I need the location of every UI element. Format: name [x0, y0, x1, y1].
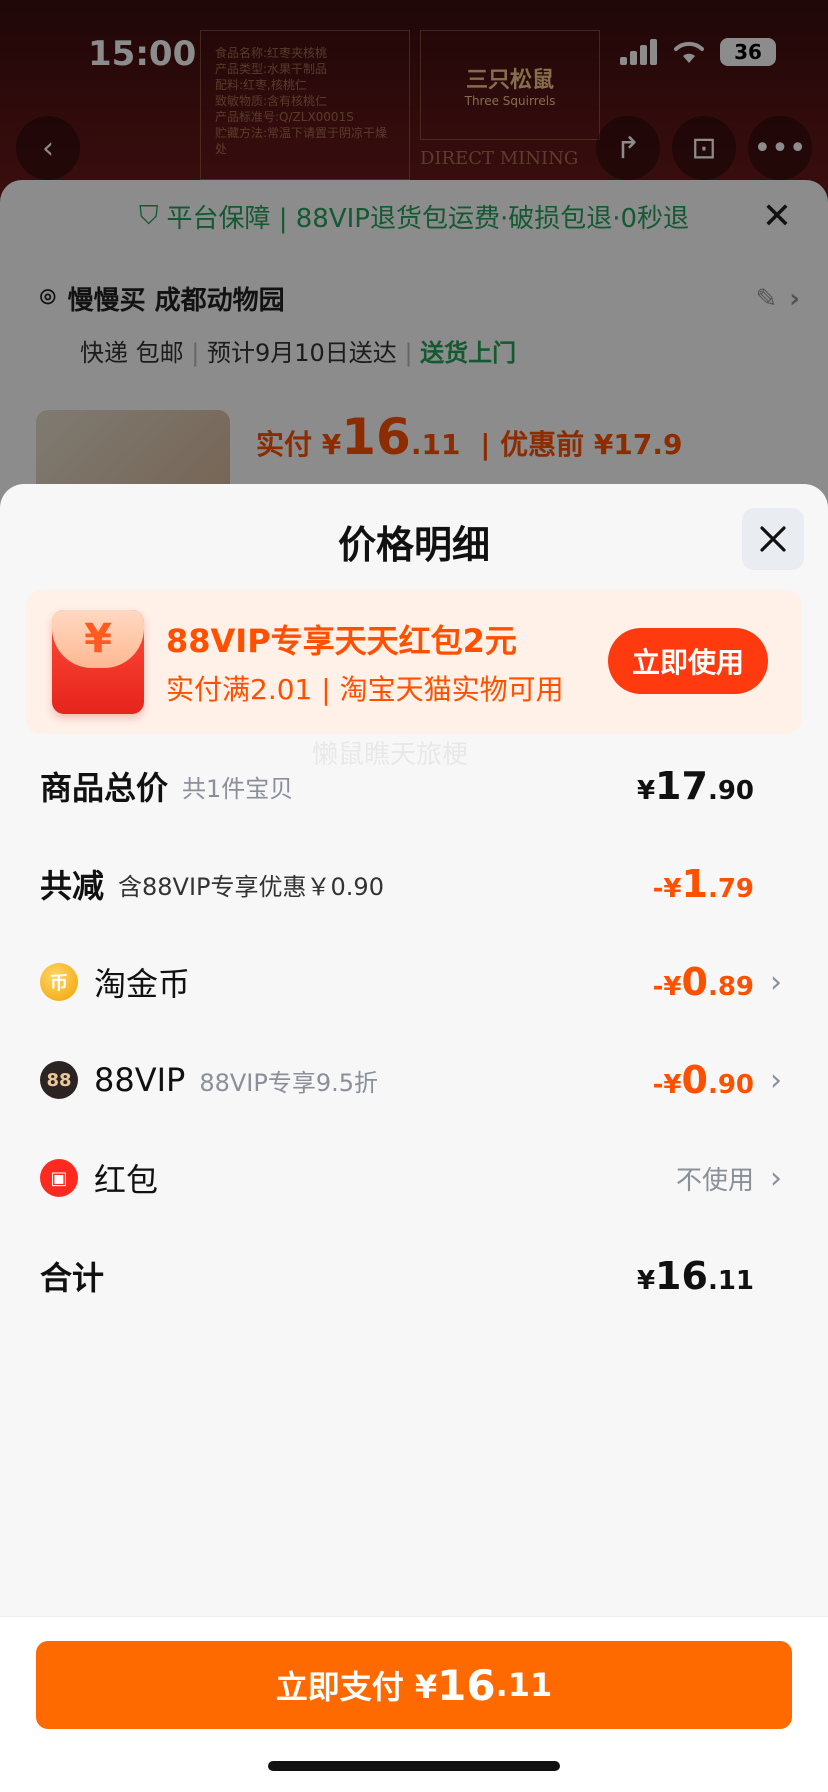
close-button[interactable] [742, 508, 804, 570]
currency: -¥ [652, 972, 682, 1002]
amount-int: 0 [681, 960, 708, 1004]
chevron-right-icon: › [770, 1160, 782, 1196]
red-envelope-icon: ¥ [52, 610, 144, 714]
pay-label: 立即支付 ¥ [275, 1668, 438, 1706]
hongbao-icon: ▣ [40, 1159, 78, 1197]
row-label: 淘金币 [94, 965, 191, 1003]
coin-icon: 币 [40, 963, 78, 1001]
row-sum: 合计 ¥16.11 [40, 1246, 788, 1306]
amount-int: 16 [655, 1254, 708, 1298]
chevron-right-icon: › [770, 1062, 782, 1098]
hongbao-value: 不使用 [675, 1165, 754, 1196]
close-icon [760, 526, 786, 552]
row-88vip[interactable]: 88 88VIP 88VIP专享9.5折 -¥0.90 › [40, 1050, 788, 1110]
pay-dec: .11 [495, 1666, 553, 1704]
row-label: 红包 [94, 1161, 159, 1199]
vip-amount: -¥0.90 [653, 1058, 754, 1102]
yuan-symbol: ¥ [52, 610, 144, 668]
coin-amount: -¥0.89 [653, 960, 754, 1004]
currency: ¥ [636, 1266, 656, 1296]
promo-title: 88VIP专享天天红包2元 [166, 622, 517, 660]
goods-total-amount: ¥17.90 [637, 764, 754, 808]
row-label: 商品总价 [40, 769, 169, 807]
pay-now-button[interactable]: 立即支付 ¥16.11 [36, 1641, 792, 1729]
amount-int: 0 [681, 1058, 708, 1102]
sheet-title: 价格明细 [337, 523, 490, 567]
row-label: 88VIP [94, 1061, 186, 1099]
row-sub: 共1件宝贝 [182, 774, 294, 803]
amount-dec: .89 [707, 972, 754, 1002]
amount-int: 1 [681, 862, 708, 906]
price-detail-sheet: 价格明细 ¥ 88VIP专享天天红包2元 实付满2.01 | 淘宝天猫实物可用 … [0, 484, 828, 1792]
row-label: 共减 [40, 867, 105, 905]
use-now-button[interactable]: 立即使用 [608, 628, 768, 694]
promo-subtitle: 实付满2.01 | 淘宝天猫实物可用 [166, 673, 564, 706]
row-label: 合计 [40, 1259, 105, 1297]
row-sub: 88VIP专享9.5折 [199, 1068, 379, 1097]
amount-dec: .11 [707, 1266, 754, 1296]
footer-bar: 立即支付 ¥16.11 [0, 1616, 828, 1792]
row-hongbao[interactable]: ▣ 红包 不使用 › [40, 1148, 788, 1208]
discount-amount: -¥1.79 [653, 862, 754, 906]
row-sub: 含88VIP专享优惠￥0.90 [118, 872, 384, 901]
currency: ¥ [636, 776, 656, 806]
amount-dec: .79 [707, 874, 754, 904]
chevron-right-icon: › [770, 964, 782, 1000]
row-goods-total: 商品总价 共1件宝贝 ¥17.90 [40, 756, 788, 816]
amount-dec: .90 [707, 776, 754, 806]
pay-int: 16 [437, 1660, 496, 1710]
amount-int: 17 [655, 764, 708, 808]
sum-amount: ¥16.11 [637, 1254, 754, 1298]
row-taojinbi[interactable]: 币 淘金币 -¥0.89 › [40, 952, 788, 1012]
currency: -¥ [652, 874, 682, 904]
home-indicator [268, 1761, 560, 1771]
vip-hongbao-promo: ¥ 88VIP专享天天红包2元 实付满2.01 | 淘宝天猫实物可用 立即使用 [26, 590, 802, 734]
amount-dec: .90 [707, 1070, 754, 1100]
currency: -¥ [652, 1070, 682, 1100]
vip-icon: 88 [40, 1061, 78, 1099]
row-total-discount: 共减 含88VIP专享优惠￥0.90 -¥1.79 [40, 854, 788, 914]
